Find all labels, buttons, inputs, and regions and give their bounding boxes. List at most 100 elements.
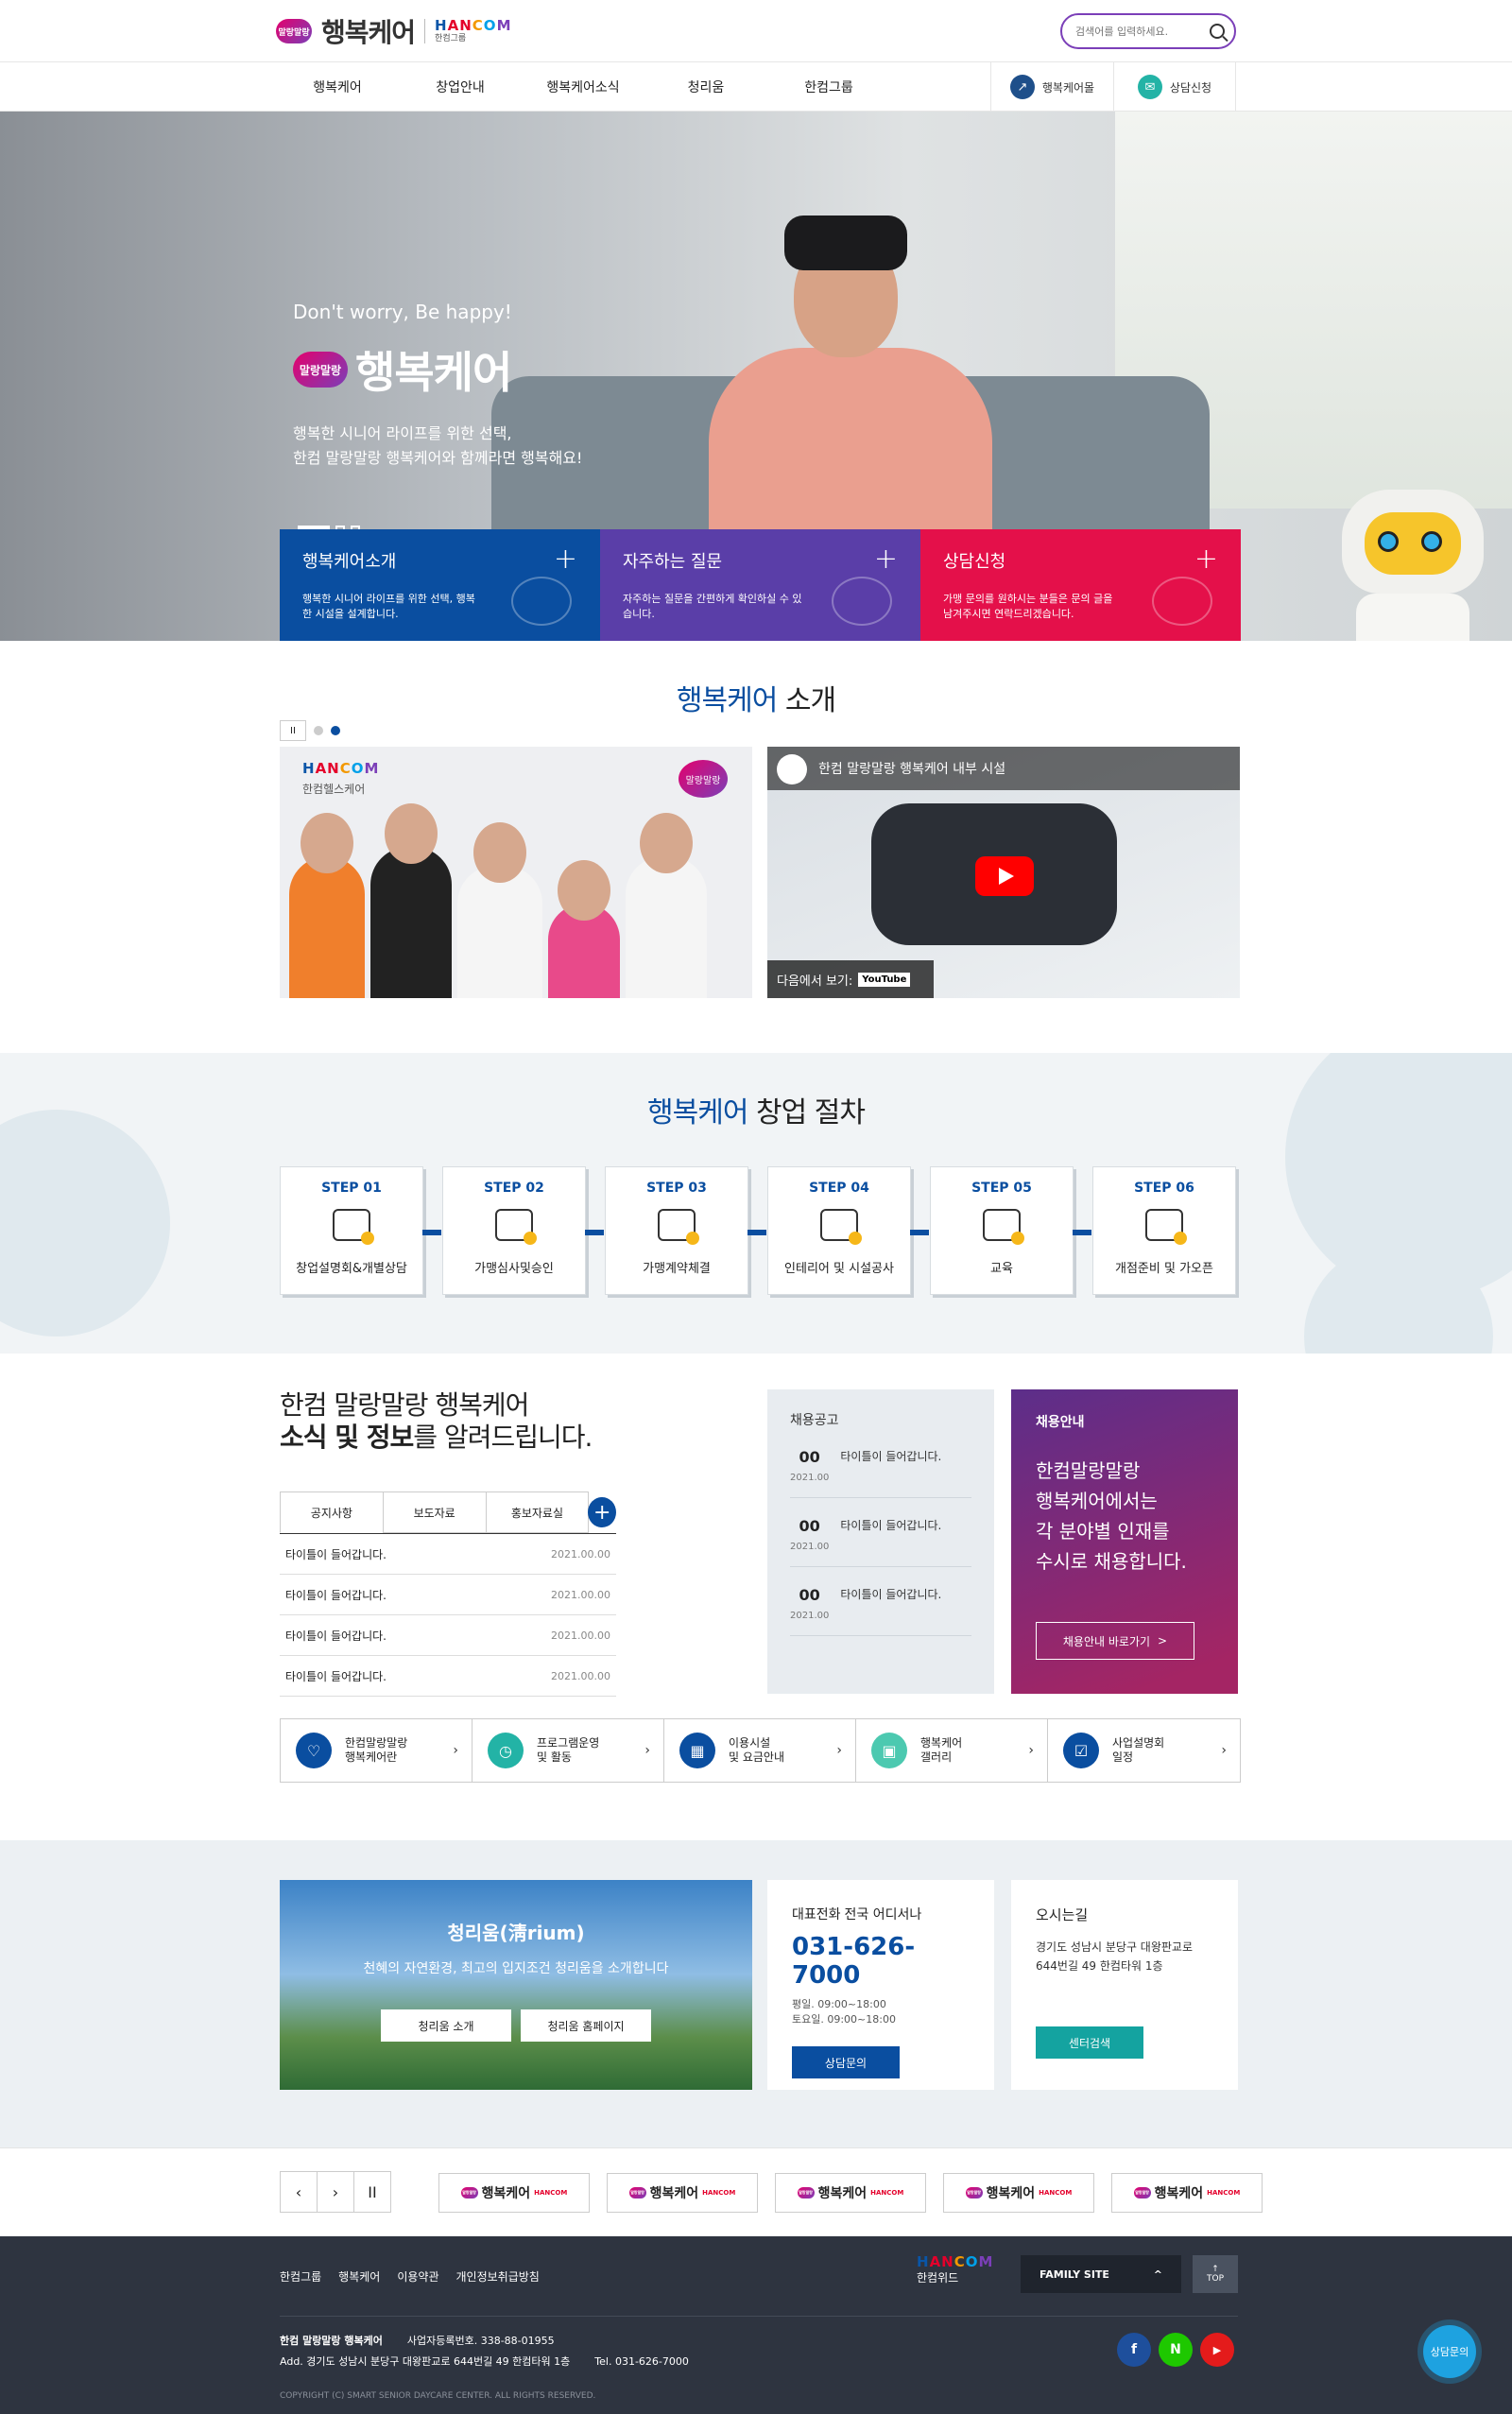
phone-number: 031-626-7000 xyxy=(792,1933,916,1990)
link-about[interactable]: ♡ 한컴말랑말랑 행복케어란 › xyxy=(281,1719,472,1782)
image-icon: ▣ xyxy=(871,1733,907,1768)
robot-image xyxy=(1342,490,1493,641)
company-info: 한컴 말랑말랑 행복케어 사업자등록번호. 338-88-01955 Add. 경… xyxy=(280,2335,689,2368)
youtube-icon[interactable]: ▶ xyxy=(1200,2333,1234,2367)
plus-icon: + xyxy=(873,543,898,576)
banner-item[interactable]: 말랑말랑 행복케어 HANCOM xyxy=(943,2173,1094,2213)
consult-link[interactable]: ✉ 상담신청 xyxy=(1113,62,1236,112)
center-search-button[interactable]: 센터검색 xyxy=(1036,2026,1143,2059)
hire-title: 채용안내 xyxy=(1036,1415,1085,1430)
link-program[interactable]: ◷ 프로그램운영 및 활동 › xyxy=(472,1719,664,1782)
intro-image[interactable]: HANCOM 한컴헬스케어 말랑말랑 xyxy=(280,747,752,998)
nav-item-hancom-group[interactable]: 한컴그룹 xyxy=(767,78,890,96)
plus-icon: + xyxy=(553,543,577,576)
list-item[interactable]: 타이틀이 들어갑니다. 2021.00.00 xyxy=(280,1656,616,1697)
chevron-right-icon: › xyxy=(644,1742,650,1758)
nav-item-news[interactable]: 행복케어소식 xyxy=(522,78,644,96)
recruit-notice: 채용공고 00 2021.00 타이틀이 들어갑니다. 00 2021.00 타이틀이 … xyxy=(767,1389,994,1694)
nav-item-cheongrium[interactable]: 청리움 xyxy=(644,78,767,96)
quick-faq-card[interactable]: 자주하는 질문 + 자주하는 질문을 간편하게 확인하실 수 있습니다. xyxy=(600,529,920,641)
banner-item[interactable]: 말랑말랑 행복케어 HANCOM xyxy=(775,2173,926,2213)
step-list: STEP 01 창업설명회&개별상담 STEP 02 가맹심사및승인 STEP 03… xyxy=(280,1166,1236,1295)
banner-item[interactable]: 말랑말랑 행복케어 HANCOM xyxy=(1111,2173,1263,2213)
watch-on-youtube[interactable]: 다음에서 보기: YouTube xyxy=(767,960,934,998)
footer-hancom-logo: HANCOM 한컴위드 xyxy=(917,2253,994,2285)
quick-consult-card[interactable]: 상담신청 + 가맹 문의를 원하시는 분들은 문의 글을 남겨주시면 연락드리겠… xyxy=(920,529,1241,641)
footer-link-happycare[interactable]: 행복케어 xyxy=(338,2268,380,2285)
recruit-item[interactable]: 00 2021.00 타이틀이 들어갑니다. xyxy=(790,1586,971,1636)
recruit-item[interactable]: 00 2021.00 타이틀이 들어갑니다. xyxy=(790,1517,971,1567)
play-icon[interactable] xyxy=(975,856,1034,896)
banner-item[interactable]: 말랑말랑 행복케어 HANCOM xyxy=(607,2173,758,2213)
recruit-title: 채용공고 xyxy=(790,1413,839,1428)
footer-link-terms[interactable]: 이용약관 xyxy=(397,2268,438,2285)
nav-item-startup[interactable]: 창업안내 xyxy=(399,78,522,96)
intro-title: 행복케어 소개 xyxy=(676,684,836,717)
arrow-up-icon: ↑ xyxy=(1211,2265,1219,2274)
link-gallery[interactable]: ▣ 행복케어 갤러리 › xyxy=(856,1719,1048,1782)
tab-press[interactable]: 보도자료 xyxy=(382,1492,487,1533)
mall-label: 행복케어몰 xyxy=(1041,80,1095,95)
hire-link-button[interactable]: 채용안내 바로가기 > xyxy=(1036,1622,1194,1660)
cheongrium-intro-button[interactable]: 청리움 소개 xyxy=(381,2009,511,2042)
banner-strip: ‹ › II 말랑말랑 행복케어 HANCOM 말랑말랑 행복케어 HANCOM 말랑말… xyxy=(0,2147,1512,2236)
footer-link-group[interactable]: 한컴그룹 xyxy=(280,2268,321,2285)
youtube-logo: YouTube xyxy=(858,972,911,987)
list-item[interactable]: 타이틀이 들어갑니다. 2021.00.00 xyxy=(280,1534,616,1575)
naver-icon[interactable]: N xyxy=(1159,2333,1193,2367)
startup-steps-section: 행복케어 창업 절차 STEP 01 창업설명회&개별상담 STEP 02 가맹심사… xyxy=(0,1053,1512,1354)
hero-title: 말랑말랑 행복케어 xyxy=(293,338,582,401)
video-title-bar: 한컴 말랑말랑 행복케어 내부 시설 xyxy=(767,747,1240,790)
recruit-item[interactable]: 00 2021.00 타이틀이 들어갑니다. xyxy=(790,1448,971,1498)
consult-button[interactable]: 상담문의 xyxy=(792,2046,900,2078)
footer-divider xyxy=(280,2316,1238,2317)
hero-title-text: 행복케어 xyxy=(355,347,512,398)
channel-avatar xyxy=(777,754,807,785)
search-input[interactable] xyxy=(1075,25,1198,38)
intro-media: HANCOM 한컴헬스케어 말랑말랑 한컴 말랑말랑 행복케어 내부 시설 다음… xyxy=(280,747,1240,998)
pause-button[interactable]: II xyxy=(280,720,306,741)
news-list: 타이틀이 들어갑니다. 2021.00.00 타이틀이 들어갑니다. 2021.00… xyxy=(280,1533,616,1697)
heart-icon: ♡ xyxy=(296,1733,332,1768)
top-button[interactable]: ↑ TOP xyxy=(1193,2255,1238,2293)
chevron-up-icon: ^ xyxy=(1153,2267,1162,2281)
footer-links: 한컴그룹 행복케어 이용약관 개인정보취급방침 xyxy=(280,2268,540,2285)
tab-notice[interactable]: 공지사항 xyxy=(280,1492,384,1533)
step-card: STEP 01 창업설명회&개별상담 xyxy=(280,1166,441,1295)
link-facility[interactable]: ▦ 이용시설 및 요금안내 › xyxy=(664,1719,856,1782)
site-logo[interactable]: 말랑말랑 행복케어 HANCOM 한컴그룹 xyxy=(276,12,512,50)
top-bar: 말랑말랑 행복케어 HANCOM 한컴그룹 xyxy=(0,0,1512,62)
chevron-right-icon: › xyxy=(453,1742,458,1758)
next-button[interactable]: › xyxy=(317,2171,354,2213)
intro-dot-1[interactable] xyxy=(314,726,323,735)
intro-brand-badge: 말랑말랑 xyxy=(679,760,728,798)
clock-icon: ◷ xyxy=(488,1733,524,1768)
pause-button[interactable]: II xyxy=(353,2171,391,2213)
facebook-icon[interactable]: f xyxy=(1117,2333,1151,2367)
footer-link-privacy[interactable]: 개인정보취급방침 xyxy=(456,2268,540,2285)
logo-divider xyxy=(424,19,426,43)
banner-item[interactable]: 말랑말랑 행복케어 HANCOM xyxy=(438,2173,590,2213)
floating-consult-button[interactable]: 상담문의 xyxy=(1423,2325,1476,2378)
hero-copy: Don't worry, Be happy! 말랑말랑 행복케어 행복한 시니어… xyxy=(293,301,582,471)
list-item[interactable]: 타이틀이 들어갑니다. 2021.00.00 xyxy=(280,1575,616,1615)
mall-link[interactable]: ↗ 행복케어몰 xyxy=(990,62,1113,112)
presentation-icon xyxy=(983,1209,1024,1245)
list-item[interactable]: 타이틀이 들어갑니다. 2021.00.00 xyxy=(280,1615,616,1656)
nav-item-happycare[interactable]: 행복케어 xyxy=(276,78,399,96)
prev-button[interactable]: ‹ xyxy=(280,2171,318,2213)
search-icon[interactable] xyxy=(1210,24,1225,39)
cheongrium-homepage-button[interactable]: 청리움 홈페이지 xyxy=(521,2009,651,2042)
quick-menu: 행복케어소개 + 행복한 시니어 라이프를 위한 선택, 행복한 시설을 설계합… xyxy=(280,529,1241,641)
tab-promo[interactable]: 홍보자료실 xyxy=(485,1492,590,1533)
news-title: 한컴 말랑말랑 행복케어 소식 및 정보를 알려드립니다. xyxy=(280,1389,593,1453)
link-schedule[interactable]: ☑ 사업설명회 일정 › xyxy=(1048,1719,1240,1782)
helmet-icon xyxy=(820,1209,862,1245)
intro-dot-2[interactable] xyxy=(331,726,340,735)
more-button[interactable]: + xyxy=(588,1497,617,1527)
family-site-select[interactable]: FAMILY SITE ^ xyxy=(1021,2255,1181,2293)
video-player[interactable]: 한컴 말랑말랑 행복케어 내부 시설 다음에서 보기: YouTube xyxy=(767,747,1240,998)
quick-intro-card[interactable]: 행복케어소개 + 행복한 시니어 라이프를 위한 선택, 행복한 시설을 설계합… xyxy=(280,529,600,641)
hire-message: 한컴말랑말랑 행복케어에서는 각 분야별 인재를 수시로 채용합니다. xyxy=(1036,1459,1187,1573)
chevron-right-icon: › xyxy=(836,1742,842,1758)
